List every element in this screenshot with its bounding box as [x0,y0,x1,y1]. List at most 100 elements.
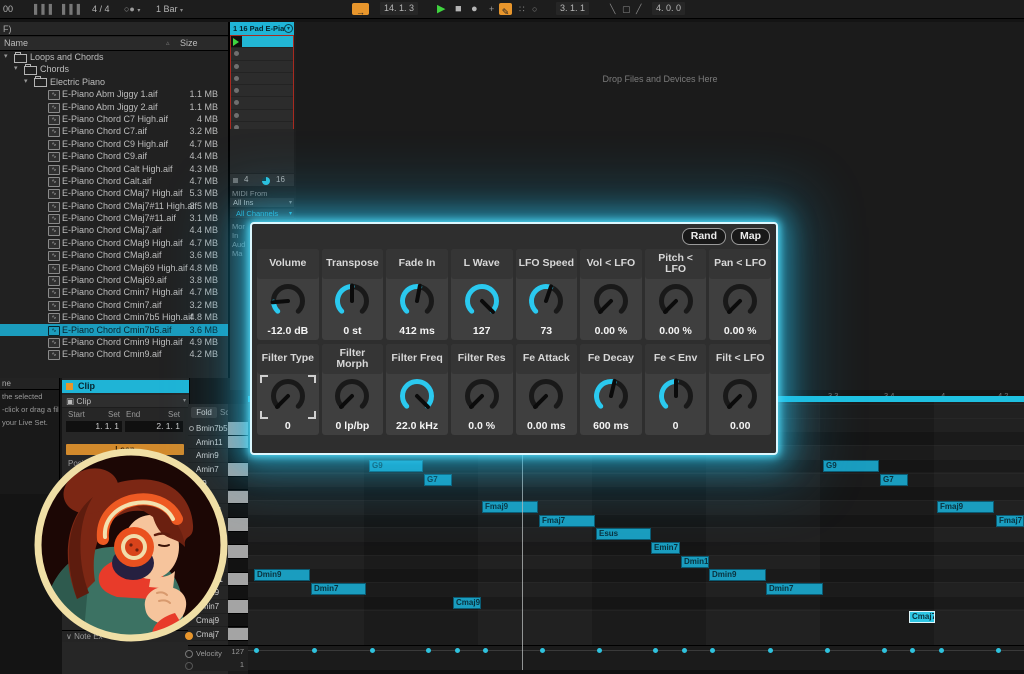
stop-button[interactable]: ■ [455,0,462,18]
punch-in-icon[interactable]: ╲ [610,0,615,18]
piano-key-white[interactable] [228,422,248,436]
midi-note[interactable]: Cmaj9 [453,597,481,609]
macro-knob-cell[interactable]: LFO Speed73 [516,249,578,340]
macro-knob[interactable] [257,279,319,325]
expand-caret-icon[interactable]: ▾ [24,76,28,88]
macro-knob-value[interactable]: -12.0 dB [257,325,319,340]
clip-slot-playing[interactable] [231,36,293,48]
macro-knob-cell[interactable]: Fe < Env0 [645,344,707,435]
macro-knob[interactable] [516,279,578,325]
macro-knob-value[interactable]: 412 ms [386,325,448,340]
piano-key-black[interactable] [228,614,248,628]
macro-knob[interactable] [257,374,319,420]
knob-dial-icon[interactable] [717,279,763,325]
macro-knob-cell[interactable]: Filt < LFO0.00 [709,344,771,435]
midi-note[interactable]: Dmin9 [254,569,310,581]
piano-key-black[interactable] [228,532,248,546]
midi-note[interactable]: G9 [369,460,423,472]
velocity-marker[interactable] [455,648,460,653]
macro-knob-value[interactable]: 0 [257,420,319,435]
knob-dial-icon[interactable] [588,374,634,420]
draw-mode-button[interactable]: ✎ [499,3,512,15]
metronome-icon[interactable]: ▌▌▌ [62,0,84,18]
velocity-marker[interactable] [597,648,602,653]
macro-knob-value[interactable]: 0 lp/bp [322,420,384,435]
knob-dial-icon[interactable] [329,374,375,420]
browser-file-row[interactable]: ∿E-Piano Chord C7 High.aif4 MB [0,113,228,125]
midi-note[interactable]: Dmin9 [709,569,766,581]
macro-knob-cell[interactable]: Fe Attack0.00 ms [516,344,578,435]
macro-knob[interactable] [386,279,448,325]
browser-file-row[interactable]: ∿E-Piano Chord CMaj7.aif4.4 MB [0,224,228,236]
browser-file-row[interactable]: ∿E-Piano Chord Calt.aif4.7 MB [0,175,228,187]
macro-knob-value[interactable]: 127 [451,325,513,340]
browser-file-row[interactable]: ∿E-Piano Chord Calt High.aif4.3 MB [0,163,228,175]
macro-knob-value[interactable]: 0 [645,420,707,435]
knob-dial-icon[interactable] [653,279,699,325]
browser-file-row[interactable]: ∿E-Piano Chord CMaj7#11 High.aif3.5 MB [0,200,228,212]
macro-knob-cell[interactable]: Filter Res0.0 % [451,344,513,435]
piano-key-white[interactable] [228,491,248,505]
browser-file-row[interactable]: ∿E-Piano Chord CMaj69.aif3.8 MB [0,274,228,286]
knob-dial-icon[interactable] [523,279,569,325]
velocity-marker[interactable] [254,648,259,653]
macro-knob[interactable] [645,374,707,420]
clip-stop-icon[interactable] [234,51,239,56]
piano-key-white[interactable] [228,628,248,642]
macro-knob-cell[interactable]: Filter Type0 [257,344,319,435]
velocity-marker[interactable] [540,648,545,653]
piano-key-white[interactable] [228,518,248,532]
track-header[interactable]: 1 16 Pad E-Pia ▾ [230,22,294,35]
clip-stop-icon[interactable] [234,113,239,118]
macro-knob-value[interactable]: 0.00 [709,420,771,435]
velocity-marker[interactable] [312,648,317,653]
play-button[interactable]: ▶ [437,0,445,18]
browser-column-header[interactable]: Name ▵ Size [0,37,228,51]
piano-key-black[interactable] [228,586,248,600]
velocity-marker[interactable] [483,648,488,653]
macro-knob[interactable] [322,279,384,325]
browser-file-row[interactable]: ∿E-Piano Abm Jiggy 1.aif1.1 MB [0,88,228,100]
macro-knob-value[interactable]: 0.00 % [709,325,771,340]
loop-start-field[interactable]: 3. 1. 1 [556,2,589,15]
map-button[interactable]: Map [731,228,770,245]
new-midi-clip-icon[interactable]: + [489,0,494,18]
size-column-header[interactable]: Size [180,37,198,50]
record-button[interactable]: ● [471,0,478,18]
macro-knob[interactable] [709,279,771,325]
macro-knob-value[interactable]: 0.00 % [580,325,642,340]
macro-knob[interactable] [580,374,642,420]
browser-folder-row[interactable]: ▾Loops and Chords [0,51,228,63]
set-end-button[interactable]: Set [168,410,180,419]
macro-knob[interactable] [322,374,384,420]
macro-knob-value[interactable]: 0.0 % [451,420,513,435]
set-start-button[interactable]: Set [108,410,120,419]
browser-file-row[interactable]: ∿E-Piano Chord CMaj7 High.aif5.3 MB [0,187,228,199]
piano-key-black[interactable] [228,504,248,518]
browser-file-row[interactable]: ∿E-Piano Chord CMaj69 High.aif4.8 MB [0,262,228,274]
macro-knob-value[interactable]: 22.0 kHz [386,420,448,435]
clip-slot-empty[interactable] [231,110,293,122]
velocity-marker[interactable] [996,648,1001,653]
velocity-marker[interactable] [882,648,887,653]
macro-knob-cell[interactable]: Volume-12.0 dB [257,249,319,340]
knob-dial-icon[interactable] [717,374,763,420]
browser-file-row[interactable]: ∿E-Piano Chord Cmin9 High.aif4.9 MB [0,336,228,348]
piano-key-column[interactable] [228,404,248,674]
piano-key-white[interactable] [228,545,248,559]
browser-folder-row[interactable]: ▾Electric Piano [0,76,228,88]
rand-button[interactable]: Rand [682,228,726,245]
browser-file-row[interactable]: ∿E-Piano Chord CMaj9.aif3.6 MB [0,249,228,261]
clip-end-field[interactable]: 2. 1. 1 [125,421,183,432]
velocity-marker[interactable] [939,648,944,653]
browser-file-row[interactable]: ∿E-Piano Chord Cmin7b5 High.aif4.8 MB [0,311,228,323]
midi-note[interactable]: Esus [596,528,651,540]
name-column-header[interactable]: Name [0,38,28,48]
macro-knob-cell[interactable]: Vol < LFO0.00 % [580,249,642,340]
clip-tab[interactable]: Clip [62,380,189,393]
midi-note[interactable]: Fmaj7 [996,515,1024,527]
velocity-marker[interactable] [653,648,658,653]
macro-knob[interactable] [645,279,707,325]
macro-knob-cell[interactable]: Filter Freq22.0 kHz [386,344,448,435]
clip-stop-icon[interactable] [234,76,239,81]
